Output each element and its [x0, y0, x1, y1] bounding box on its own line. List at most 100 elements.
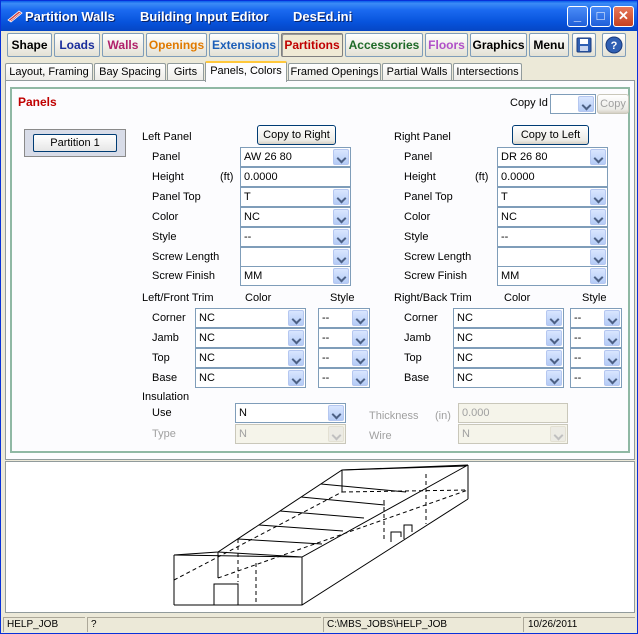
chevron-down-icon[interactable]: [590, 189, 606, 205]
chevron-down-icon[interactable]: [604, 350, 620, 366]
walls-button[interactable]: Walls: [102, 33, 144, 57]
right-trim-base-style-select[interactable]: --: [570, 368, 622, 388]
left-panel-select[interactable]: AW 26 80: [240, 147, 351, 167]
openings-button[interactable]: Openings: [146, 33, 207, 57]
chevron-down-icon[interactable]: [333, 268, 349, 284]
chevron-down-icon[interactable]: [604, 330, 620, 346]
tab-framed-openings[interactable]: Framed Openings: [288, 63, 381, 81]
chevron-down-icon[interactable]: [288, 370, 304, 386]
right-trim-base-color-select[interactable]: NC: [453, 368, 564, 388]
chevron-down-icon[interactable]: [288, 350, 304, 366]
right-trim-jamb-style-select[interactable]: --: [570, 328, 622, 348]
right-screw-finish-select[interactable]: MM: [497, 266, 608, 286]
chevron-down-icon[interactable]: [604, 370, 620, 386]
tab-partial-walls[interactable]: Partial Walls: [382, 63, 452, 81]
chevron-down-icon[interactable]: [546, 310, 562, 326]
shape-button[interactable]: Shape: [7, 33, 52, 57]
right-panel-top-select[interactable]: T: [497, 187, 608, 207]
menu-button[interactable]: Menu: [529, 33, 569, 57]
insulation-thickness-input[interactable]: 0.000: [458, 403, 568, 423]
accessories-button[interactable]: Accessories: [345, 33, 423, 57]
chevron-down-icon[interactable]: [546, 330, 562, 346]
chevron-down-icon[interactable]: [590, 249, 606, 265]
chevron-down-icon[interactable]: [333, 229, 349, 245]
chevron-down-icon[interactable]: [352, 350, 368, 366]
right-height-input[interactable]: 0.0000: [497, 167, 608, 187]
left-panel-top-select[interactable]: T: [240, 187, 351, 207]
right-trim-top-color-select[interactable]: NC: [453, 348, 564, 368]
chevron-down-icon[interactable]: [333, 189, 349, 205]
left-panel-top-label: Panel Top: [152, 191, 201, 203]
copy-to-right-button[interactable]: Copy to Right: [257, 125, 336, 145]
close-button[interactable]: ✕: [613, 6, 634, 27]
tab-girts[interactable]: Girts: [167, 63, 204, 81]
building-3d-view[interactable]: [5, 461, 635, 613]
left-screw-finish-label: Screw Finish: [152, 270, 215, 282]
partitions-button[interactable]: Partitions: [281, 33, 343, 57]
app-logo-icon: [7, 10, 23, 23]
left-style-select[interactable]: --: [240, 227, 351, 247]
insulation-use-label: Use: [152, 407, 172, 419]
left-screw-length-select[interactable]: [240, 247, 351, 267]
chevron-down-icon[interactable]: [590, 149, 606, 165]
chevron-down-icon[interactable]: [288, 310, 304, 326]
right-color-select[interactable]: NC: [497, 207, 608, 227]
chevron-down-icon[interactable]: [352, 370, 368, 386]
copy-to-left-button[interactable]: Copy to Left: [512, 125, 589, 145]
left-trim-top-style-select[interactable]: --: [318, 348, 370, 368]
right-screw-length-select[interactable]: [497, 247, 608, 267]
left-height-input[interactable]: 0.0000: [240, 167, 351, 187]
title-bar[interactable]: Partition Walls Building Input Editor De…: [1, 1, 637, 31]
right-panel-select[interactable]: DR 26 80: [497, 147, 608, 167]
status-path: C:\MBS_JOBS\HELP_JOB: [323, 617, 521, 632]
left-trim-base-style-select[interactable]: --: [318, 368, 370, 388]
chevron-down-icon[interactable]: [590, 268, 606, 284]
right-trim-base-label: Base: [404, 372, 430, 384]
right-trim-corner-style-select[interactable]: --: [570, 308, 622, 328]
tab-layout-framing[interactable]: Layout, Framing: [5, 63, 93, 81]
chevron-down-icon[interactable]: [546, 350, 562, 366]
left-height-label: Height: [152, 171, 184, 183]
maximize-button[interactable]: □: [590, 6, 611, 27]
help-button[interactable]: ?: [602, 33, 626, 57]
chevron-down-icon[interactable]: [352, 330, 368, 346]
left-trim-corner-color-select[interactable]: NC: [195, 308, 306, 328]
left-trim-top-color-select[interactable]: NC: [195, 348, 306, 368]
left-trim-base-color-select[interactable]: NC: [195, 368, 306, 388]
chevron-down-icon[interactable]: [546, 370, 562, 386]
chevron-down-icon[interactable]: [590, 229, 606, 245]
left-trim-jamb-style-select[interactable]: --: [318, 328, 370, 348]
left-trim-corner-style-select[interactable]: --: [318, 308, 370, 328]
right-trim-jamb-color-select[interactable]: NC: [453, 328, 564, 348]
right-trim-corner-color-select[interactable]: NC: [453, 308, 564, 328]
chevron-down-icon[interactable]: [333, 209, 349, 225]
minimize-button[interactable]: _: [567, 6, 588, 27]
chevron-down-icon[interactable]: [288, 330, 304, 346]
tab-intersections[interactable]: Intersections: [453, 63, 522, 81]
chevron-down-icon[interactable]: [604, 310, 620, 326]
tab-bay-spacing[interactable]: Bay Spacing: [94, 63, 166, 81]
chevron-down-icon[interactable]: [328, 405, 344, 421]
insulation-wire-select[interactable]: N: [458, 424, 568, 444]
loads-button[interactable]: Loads: [54, 33, 100, 57]
partition-1-button[interactable]: Partition 1: [33, 134, 117, 152]
left-screw-finish-select[interactable]: MM: [240, 266, 351, 286]
chevron-down-icon[interactable]: [333, 249, 349, 265]
chevron-down-icon[interactable]: [333, 149, 349, 165]
insulation-type-select[interactable]: N: [235, 424, 346, 444]
chevron-down-icon[interactable]: [352, 310, 368, 326]
graphics-button[interactable]: Graphics: [470, 33, 527, 57]
left-trim-jamb-color-select[interactable]: NC: [195, 328, 306, 348]
copy-id-select[interactable]: [550, 94, 596, 114]
insulation-use-select[interactable]: N: [235, 403, 346, 423]
copy-button[interactable]: Copy: [597, 94, 629, 114]
right-style-select[interactable]: --: [497, 227, 608, 247]
chevron-down-icon[interactable]: [578, 96, 594, 112]
save-button[interactable]: [572, 33, 596, 57]
left-color-select[interactable]: NC: [240, 207, 351, 227]
extensions-button[interactable]: Extensions: [209, 33, 279, 57]
tab-panels-colors[interactable]: Panels, Colors: [205, 61, 287, 82]
right-trim-top-style-select[interactable]: --: [570, 348, 622, 368]
chevron-down-icon[interactable]: [590, 209, 606, 225]
floors-button[interactable]: Floors: [425, 33, 468, 57]
